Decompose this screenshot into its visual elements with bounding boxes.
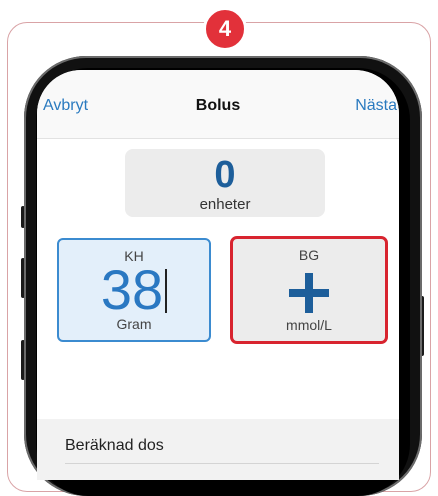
- step-badge: 4: [203, 7, 247, 51]
- carbs-value: 38: [59, 262, 209, 318]
- carbs-input[interactable]: KH 38 Gram: [57, 238, 211, 342]
- units-display: 0 enheter: [125, 149, 325, 217]
- units-label: enheter: [199, 196, 251, 213]
- units-value: 0: [214, 154, 236, 196]
- plus-icon[interactable]: [289, 273, 329, 313]
- text-cursor: [165, 269, 168, 313]
- glucose-unit: mmol/L: [286, 317, 332, 333]
- next-button[interactable]: Nästa: [355, 97, 397, 115]
- bolus-input-area: 0 enheter KH 38 Gram BG mmol/L: [37, 139, 399, 419]
- calculation-section: Beräknad dos: [37, 419, 399, 480]
- phone-screen: Avbryt Bolus Nästa 0 enheter KH 38 Gram …: [37, 70, 399, 480]
- calculated-dose-row[interactable]: Beräknad dos: [65, 429, 379, 464]
- carbs-value-text: 38: [100, 258, 164, 321]
- blood-glucose-input[interactable]: BG mmol/L: [230, 236, 388, 344]
- glucose-label: BG: [298, 247, 320, 263]
- carbs-unit: Gram: [116, 316, 152, 332]
- navigation-bar: Avbryt Bolus Nästa: [37, 70, 399, 139]
- page-title: Bolus: [195, 97, 241, 114]
